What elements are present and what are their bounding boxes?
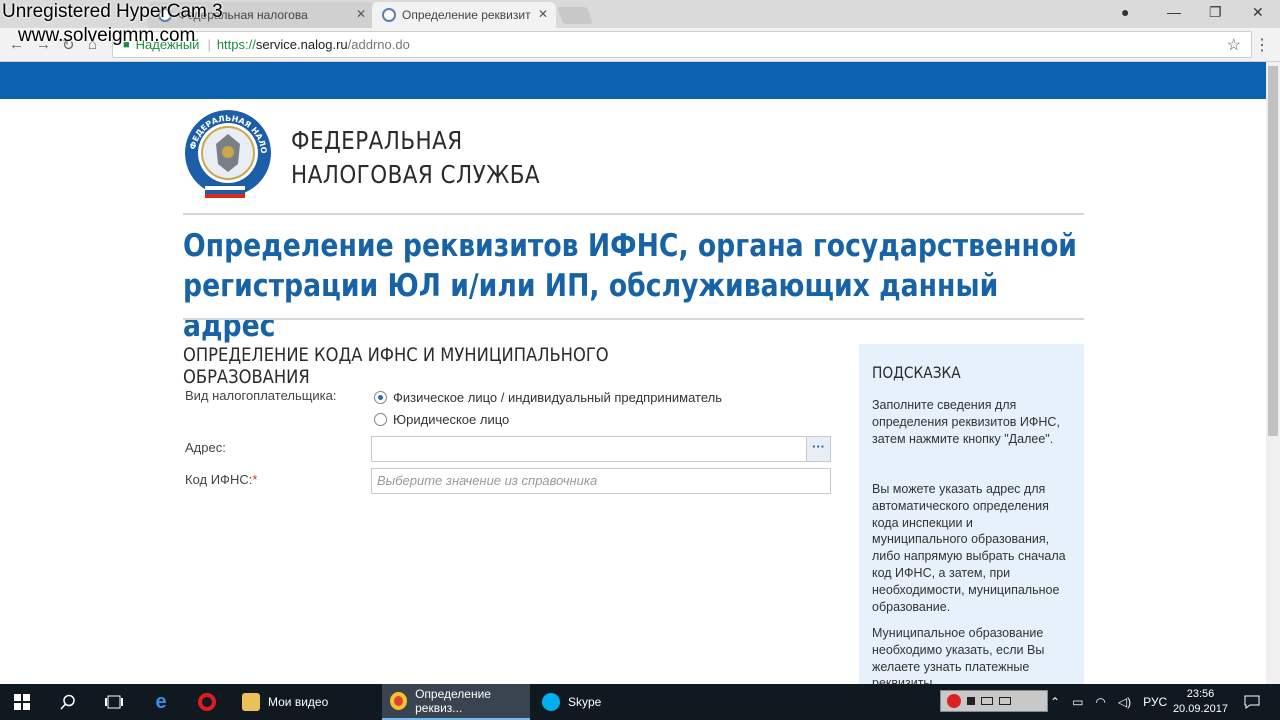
browser-menu-icon[interactable]: ⋮ <box>1254 35 1270 55</box>
chrome-icon <box>390 692 408 710</box>
opera-button[interactable] <box>192 684 222 720</box>
new-tab-button[interactable] <box>556 7 594 24</box>
search-button[interactable] <box>54 684 82 720</box>
system-tray: ⌃ ▭ ◠ ◁) РУС <box>1050 684 1167 720</box>
site-top-bar <box>0 62 1266 99</box>
taskbar-app-label: Skype <box>568 695 602 709</box>
edge-button[interactable]: e <box>146 684 176 720</box>
bookmark-star-icon[interactable]: ☆ <box>1227 35 1241 55</box>
watermark-line2: www.solveigmm.com <box>18 25 196 46</box>
taskbar-app-chrome[interactable]: Определение реквиз... <box>382 684 530 720</box>
page-title: Определение реквизитов ИФНС, органа госу… <box>183 226 1077 346</box>
hint-panel: ПОДСКАЗКА Заполните сведения для определ… <box>859 344 1084 684</box>
required-mark: * <box>252 472 258 487</box>
start-button[interactable] <box>8 684 36 720</box>
clock-time: 23:56 <box>1186 688 1215 700</box>
volume-icon[interactable]: ◁) <box>1118 695 1131 709</box>
hypercam-control[interactable] <box>940 690 1048 712</box>
address-input[interactable] <box>371 436 807 462</box>
watermark-line1: Unregistered HyperCam 3 <box>2 1 223 22</box>
screen-icon[interactable] <box>999 697 1011 705</box>
taskbar-app-label: Мои видео <box>268 695 329 709</box>
tab-addrno[interactable]: Определение реквизит ✕ <box>372 2 556 28</box>
search-icon <box>60 694 75 710</box>
opera-icon <box>198 693 216 711</box>
record-icon[interactable] <box>947 694 961 708</box>
maximize-button[interactable]: ❐ <box>1209 4 1222 21</box>
close-window-button[interactable]: ✕ <box>1252 4 1264 21</box>
taxpayer-type-label: Вид налогоплательщика: <box>185 388 337 403</box>
radio-legal-entity-label[interactable]: Юридическое лицо <box>393 412 509 427</box>
scrollbar-thumb[interactable] <box>1268 66 1278 436</box>
language-indicator[interactable]: РУС <box>1143 695 1167 709</box>
org-name: ФЕДЕРАЛЬНАЯ НАЛОГОВАЯ СЛУЖБА <box>291 124 540 192</box>
url-path: /addrno.do <box>347 37 410 52</box>
chevron-up-icon[interactable]: ⌃ <box>1050 695 1060 709</box>
minimize-button[interactable]: — <box>1167 4 1181 20</box>
action-center-button[interactable] <box>1240 684 1264 720</box>
hypercam-watermark: Unregistered HyperCam 3 www.solveigmm.co… <box>2 0 223 48</box>
radio-individual[interactable]: Физическое лицо / индивидуальный предпри… <box>374 390 722 405</box>
org-name-line1: ФЕДЕРАЛЬНАЯ <box>291 126 463 155</box>
radio-individual-label[interactable]: Физическое лицо / индивидуальный предпри… <box>393 390 722 405</box>
url-host: service.nalog.ru <box>255 37 348 52</box>
divider <box>183 213 1084 215</box>
radio-unchecked-icon[interactable] <box>374 413 387 426</box>
taskbar-app-my-videos[interactable]: Мои видео <box>234 684 380 720</box>
clock[interactable]: 23:56 20.09.2017 <box>1173 687 1228 717</box>
address-lookup-button[interactable]: ··· <box>806 436 831 462</box>
network-icon[interactable]: ◠ <box>1095 695 1105 709</box>
address-label: Адрес: <box>185 440 226 455</box>
taskbar-app-label: Определение реквиз... <box>415 687 491 715</box>
clock-date: 20.09.2017 <box>1172 703 1228 715</box>
close-tab-icon[interactable]: ✕ <box>538 7 548 21</box>
ifns-code-label-text: Код ИФНС: <box>185 472 253 487</box>
page-title-line1: Определение реквизитов ИФНС, органа госу… <box>183 228 1077 264</box>
hint-paragraph-3: Муниципальное образование необходимо ука… <box>872 626 1045 684</box>
ifns-code-label: Код ИФНС:* <box>185 472 257 487</box>
profile-icon[interactable]: ● <box>1121 4 1129 20</box>
task-view-icon <box>105 695 123 709</box>
notification-icon <box>1244 695 1260 709</box>
close-tab-icon[interactable]: ✕ <box>356 7 366 21</box>
skype-icon <box>542 693 560 711</box>
window-icon[interactable] <box>981 697 993 705</box>
task-view-button[interactable] <box>100 684 128 720</box>
ifns-code-input[interactable]: Выберите значение из справочника <box>371 468 831 494</box>
radio-checked-icon[interactable] <box>374 391 387 404</box>
favicon-icon <box>382 8 396 22</box>
tab-title: Определение реквизит <box>402 8 531 22</box>
windows-taskbar: e Мои видео Определение реквиз... Skype … <box>0 684 1280 720</box>
hint-paragraph-2: Вы можете указать адрес для автоматическ… <box>872 482 1066 614</box>
hint-paragraph-1: Заполните сведения для определения рекви… <box>872 398 1060 446</box>
hint-title: ПОДСКАЗКА <box>872 363 961 382</box>
radio-legal-entity[interactable]: Юридическое лицо <box>374 412 509 427</box>
address-bar[interactable]: ■ Надежный | https:// service.nalog.ru /… <box>112 31 1252 58</box>
org-name-line2: НАЛОГОВАЯ СЛУЖБА <box>291 160 541 189</box>
windows-logo-icon <box>14 694 30 710</box>
section-title: ОПРЕДЕЛЕНИЕ КОДА ИФНС И МУНИЦИПАЛЬНОГО О… <box>183 344 609 388</box>
battery-icon[interactable]: ▭ <box>1072 695 1083 709</box>
divider <box>183 318 1084 320</box>
page-title-line2: регистрации ЮЛ и/или ИП, обслуживающих д… <box>183 268 999 344</box>
taskbar-app-skype[interactable]: Skype <box>534 684 680 720</box>
folder-icon <box>242 693 260 711</box>
stop-icon[interactable] <box>967 697 975 705</box>
edge-icon: e <box>155 690 167 713</box>
fns-logo[interactable]: ФЕДЕРАЛЬНАЯ НАЛОГОВАЯ СЛУЖБА <box>183 108 273 200</box>
